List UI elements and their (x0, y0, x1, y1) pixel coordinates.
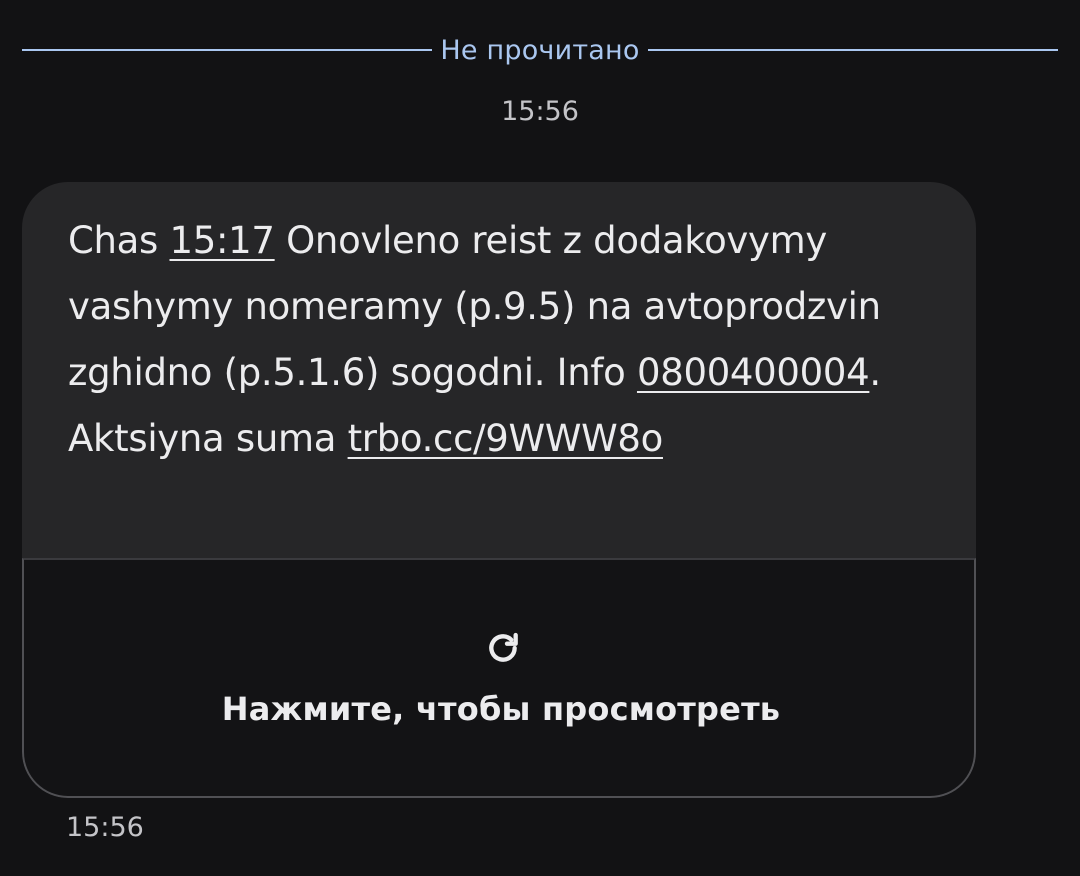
message-text: Chas 15:17 Onovleno reist z dodakovymy v… (68, 208, 948, 472)
time-link[interactable]: 15:17 (170, 219, 275, 262)
link-preview-button[interactable]: Нажмите, чтобы просмотреть (22, 558, 976, 798)
message-timestamp-bottom: 15:56 (66, 812, 144, 843)
sms-conversation: Не прочитано 15:56 Chas 15:17 Onovleno r… (0, 0, 1080, 876)
divider-line-left (22, 49, 433, 51)
unread-label: Не прочитано (440, 34, 640, 66)
message-segment: Chas (68, 219, 170, 262)
preview-label: Нажмите, чтобы просмотреть (221, 690, 781, 728)
phone-link[interactable]: 0800400004 (637, 351, 870, 394)
refresh-icon (489, 632, 518, 662)
unread-divider: Не прочитано (22, 30, 1058, 70)
message-timestamp-top: 15:56 (501, 96, 579, 127)
divider-line-right (647, 49, 1058, 51)
url-link[interactable]: trbo.cc/​9WWW8o (348, 417, 664, 460)
message-bubble[interactable]: Chas 15:17 Onovleno reist z dodakovymy v… (22, 182, 976, 798)
